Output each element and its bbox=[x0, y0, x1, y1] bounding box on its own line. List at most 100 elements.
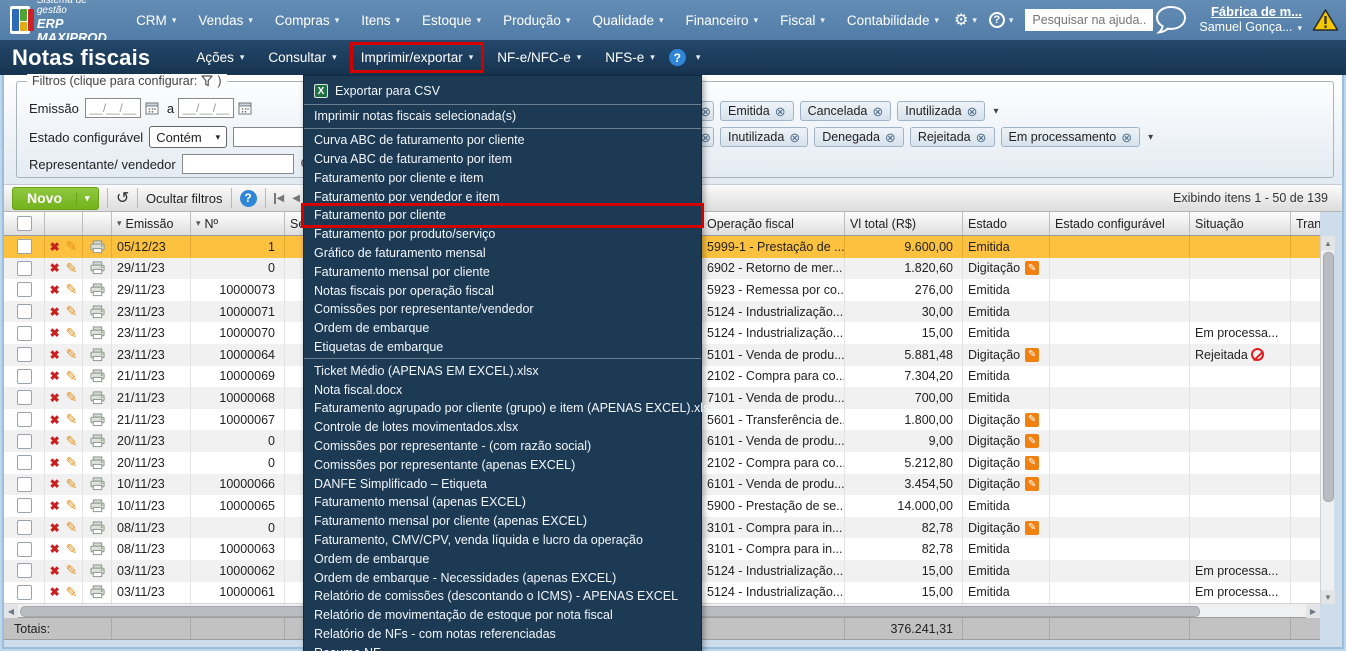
delete-icon[interactable]: ✖ bbox=[50, 305, 60, 319]
digitacao-edit-icon[interactable]: ✎ bbox=[1025, 434, 1040, 449]
printer-icon[interactable] bbox=[89, 369, 105, 383]
menu-crm[interactable]: CRM ▾ bbox=[127, 8, 185, 33]
delete-icon[interactable]: ✖ bbox=[50, 413, 60, 427]
digitacao-edit-icon[interactable]: ✎ bbox=[1025, 477, 1040, 492]
new-button[interactable]: Novo ▾ bbox=[12, 186, 99, 210]
printer-icon[interactable] bbox=[89, 564, 105, 578]
delete-icon[interactable]: ✖ bbox=[50, 585, 60, 599]
row-checkbox[interactable] bbox=[16, 476, 32, 492]
filter-badge-partial[interactable]: ⊗ bbox=[700, 127, 714, 147]
calendar-icon[interactable] bbox=[145, 101, 159, 115]
grid-help-icon[interactable]: ? bbox=[239, 189, 257, 207]
edit-icon[interactable]: ✎ bbox=[66, 303, 78, 320]
scroll-down-icon[interactable]: ▼ bbox=[1321, 590, 1335, 604]
menu-item-comiss-es-por-representante-apenas-excel[interactable]: Comissões por representante (apenas EXCE… bbox=[304, 455, 701, 474]
row-checkbox[interactable] bbox=[16, 282, 32, 298]
header-estado-configuravel[interactable]: Estado configurável bbox=[1050, 212, 1190, 235]
remove-badge-icon[interactable]: ⊗ bbox=[967, 105, 978, 118]
delete-icon[interactable]: ✖ bbox=[50, 456, 60, 470]
filter-badge-em-processamento[interactable]: Em processamento ⊗ bbox=[1000, 127, 1141, 147]
printer-icon[interactable] bbox=[89, 348, 105, 362]
delete-icon[interactable]: ✖ bbox=[50, 542, 60, 556]
edit-icon[interactable]: ✎ bbox=[66, 497, 78, 514]
calendar-icon[interactable] bbox=[238, 101, 252, 115]
delete-icon[interactable]: ✖ bbox=[50, 326, 60, 340]
header-emissao[interactable]: ▾ Emissão bbox=[112, 212, 191, 235]
edit-icon[interactable]: ✎ bbox=[66, 389, 78, 406]
settings-menu[interactable]: ⚙ ▾ bbox=[948, 10, 983, 30]
edit-icon[interactable]: ✎ bbox=[66, 368, 78, 385]
printer-icon[interactable] bbox=[89, 542, 105, 556]
menu-nfs-e[interactable]: NFS-e ▾ bbox=[597, 45, 663, 70]
menu-item-gr-fico-de-faturamento-mensal[interactable]: Gráfico de faturamento mensal bbox=[304, 244, 701, 263]
edit-icon[interactable]: ✎ bbox=[66, 238, 78, 255]
remove-badge-icon[interactable]: ⊗ bbox=[789, 131, 800, 144]
delete-icon[interactable]: ✖ bbox=[50, 240, 60, 254]
menu-qualidade[interactable]: Qualidade ▾ bbox=[583, 8, 672, 33]
printer-icon[interactable] bbox=[89, 283, 105, 297]
menu-item-ordem-de-embarque[interactable]: Ordem de embarque bbox=[304, 549, 701, 568]
menu-item-faturamento-agrupado-por-cliente-grupo-e-item-apenas-excel-xlsx[interactable]: Faturamento agrupado por cliente (grupo)… bbox=[304, 399, 716, 418]
menu-item-etiquetas-de-embarque[interactable]: Etiquetas de embarque bbox=[304, 338, 701, 357]
refresh-icon[interactable]: ↻ bbox=[116, 188, 129, 208]
filter-badge-inutilizada[interactable]: Inutilizada ⊗ bbox=[720, 127, 809, 147]
menu-nf-e-nfc-e[interactable]: NF-e/NFC-e ▾ bbox=[489, 45, 589, 70]
menu-contabilidade[interactable]: Contabilidade ▾ bbox=[838, 8, 948, 33]
row-checkbox[interactable] bbox=[16, 390, 32, 406]
page-help-icon[interactable]: ? bbox=[668, 49, 686, 66]
delete-icon[interactable]: ✖ bbox=[50, 477, 60, 491]
filter-badge-denegada[interactable]: Denegada ⊗ bbox=[814, 127, 904, 147]
badge-dropdown-icon[interactable]: ▾ bbox=[993, 106, 998, 117]
row-checkbox[interactable] bbox=[16, 455, 32, 471]
delete-icon[interactable]: ✖ bbox=[50, 391, 60, 405]
menu-item-nota-fiscal-docx[interactable]: Nota fiscal.docx bbox=[304, 380, 701, 399]
delete-icon[interactable]: ✖ bbox=[50, 261, 60, 275]
filters-legend[interactable]: Filtros (clique para configurar: ) bbox=[27, 74, 227, 88]
digitacao-edit-icon[interactable]: ✎ bbox=[1025, 520, 1040, 535]
delete-icon[interactable]: ✖ bbox=[50, 348, 60, 362]
hide-filters-button[interactable]: Ocultar filtros bbox=[146, 191, 223, 206]
menu-item-controle-de-lotes-movimentados-xlsx[interactable]: Controle de lotes movimentados.xlsx bbox=[304, 418, 701, 437]
edit-icon[interactable]: ✎ bbox=[66, 584, 78, 601]
row-checkbox[interactable] bbox=[16, 347, 32, 363]
chevron-down-icon[interactable]: ▾ bbox=[696, 53, 701, 62]
printer-icon[interactable] bbox=[89, 261, 105, 275]
company-link[interactable]: Fábrica de m... bbox=[1211, 4, 1302, 20]
menu-item-ordem-de-embarque[interactable]: Ordem de embarque bbox=[304, 319, 701, 338]
edit-icon[interactable]: ✎ bbox=[66, 411, 78, 428]
menu-consultar[interactable]: Consultar ▾ bbox=[260, 45, 344, 70]
row-checkbox[interactable] bbox=[16, 325, 32, 341]
filter-badge-cancelada[interactable]: Cancelada ⊗ bbox=[799, 101, 892, 121]
menu-item-relat-rio-de-comiss-es-descontando-o-icms-apenas-excel[interactable]: Relatório de comissões (descontando o IC… bbox=[304, 587, 701, 606]
menu-vendas[interactable]: Vendas ▾ bbox=[189, 8, 262, 33]
menu-item-ordem-de-embarque-necessidades-apenas-excel[interactable]: Ordem de embarque - Necessidades (apenas… bbox=[304, 568, 701, 587]
row-checkbox[interactable] bbox=[16, 541, 32, 557]
remove-badge-icon[interactable]: ⊗ bbox=[976, 131, 987, 144]
menu-item-imprimir-notas-fiscais-selecionada-s[interactable]: Imprimir notas fiscais selecionada(s) bbox=[304, 107, 701, 126]
edit-icon[interactable]: ✎ bbox=[66, 519, 78, 536]
edit-icon[interactable]: ✎ bbox=[66, 541, 78, 558]
edit-icon[interactable]: ✎ bbox=[66, 325, 78, 342]
menu-item-faturamento-cmv-cpv-venda-l-quida-e-lucro-da-opera-o[interactable]: Faturamento, CMV/CPV, venda líquida e lu… bbox=[304, 531, 701, 550]
delete-icon[interactable]: ✖ bbox=[50, 499, 60, 513]
digitacao-edit-icon[interactable]: ✎ bbox=[1025, 261, 1040, 276]
user-menu[interactable]: Samuel Gonça... ▾ bbox=[1199, 20, 1302, 36]
edit-icon[interactable]: ✎ bbox=[66, 260, 78, 277]
emissao-to-input[interactable] bbox=[178, 98, 235, 118]
printer-icon[interactable] bbox=[89, 585, 105, 599]
vertical-scroll-thumb[interactable] bbox=[1322, 252, 1334, 502]
digitacao-edit-icon[interactable]: ✎ bbox=[1025, 347, 1040, 362]
header-estado[interactable]: Estado bbox=[963, 212, 1050, 235]
row-checkbox[interactable] bbox=[16, 498, 32, 514]
menu-item-comiss-es-por-representante-com-raz-o-social[interactable]: Comissões por representante - (com razão… bbox=[304, 437, 701, 456]
menu-estoque[interactable]: Estoque ▾ bbox=[413, 8, 490, 33]
row-checkbox[interactable] bbox=[16, 368, 32, 384]
menu-item-curva-abc-de-faturamento-por-cliente[interactable]: Curva ABC de faturamento por cliente bbox=[304, 131, 701, 150]
scroll-left-icon[interactable]: ◀ bbox=[4, 604, 18, 619]
printer-icon[interactable] bbox=[89, 456, 105, 470]
menu-item-faturamento-por-vendedor-e-item[interactable]: Faturamento por vendedor e item bbox=[304, 187, 701, 206]
badge-dropdown-icon[interactable]: ▾ bbox=[1148, 132, 1153, 143]
delete-icon[interactable]: ✖ bbox=[50, 564, 60, 578]
menu-item-resumo-nf[interactable]: Resumo NF bbox=[304, 643, 701, 651]
menu-compras[interactable]: Compras ▾ bbox=[266, 8, 348, 33]
